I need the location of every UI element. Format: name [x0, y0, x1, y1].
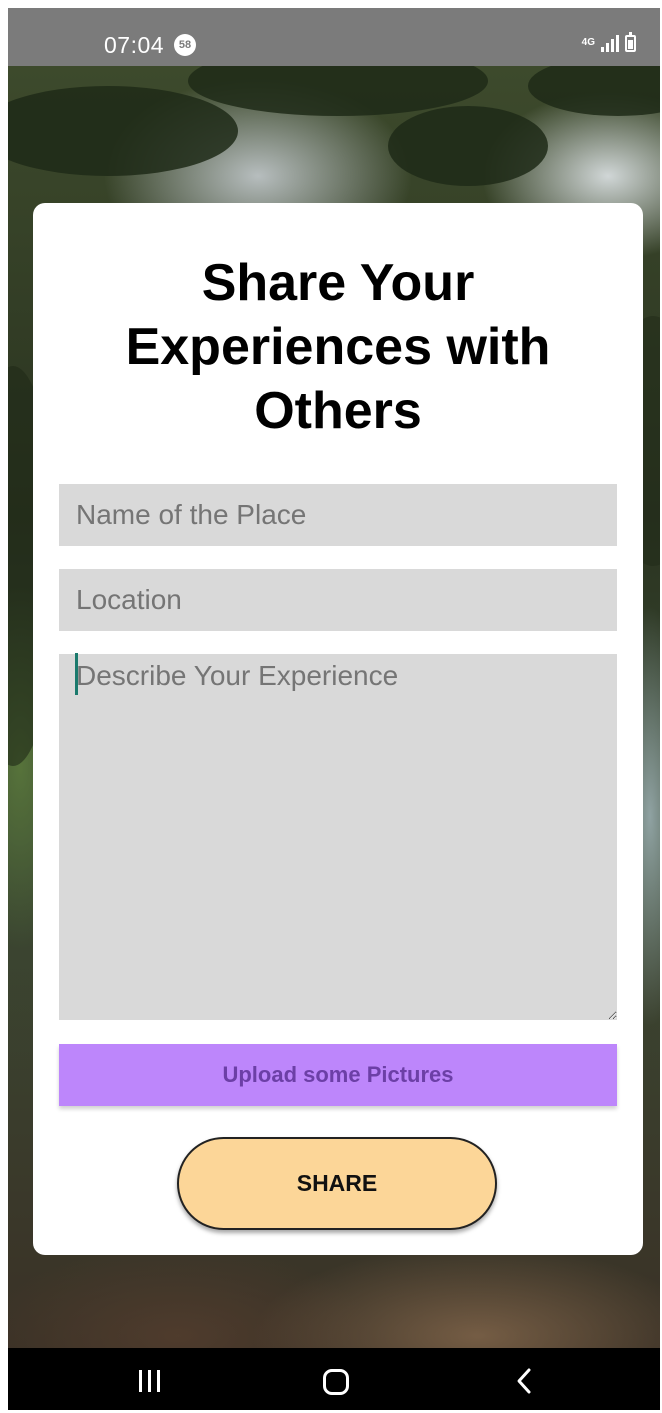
status-indicators: 4G: [582, 32, 636, 56]
foliage-shape: [528, 66, 660, 116]
experience-textarea[interactable]: [59, 654, 617, 1020]
status-time: 07:04: [104, 32, 165, 58]
share-form-card: Share Your Experiences with Others Uploa…: [33, 203, 643, 1255]
back-icon[interactable]: [514, 1367, 534, 1395]
upload-pictures-button[interactable]: Upload some Pictures: [59, 1044, 617, 1106]
recents-icon[interactable]: [139, 1370, 160, 1392]
notification-badge: 58: [174, 34, 196, 56]
network-type-label: 4G: [581, 37, 595, 48]
text-cursor: [75, 653, 78, 695]
battery-charging-icon: [625, 32, 636, 52]
navigation-bar: [8, 1348, 660, 1410]
place-name-input[interactable]: [59, 484, 617, 546]
foliage-shape: [8, 86, 238, 176]
signal-icon: [601, 34, 619, 52]
share-button[interactable]: SHARE: [177, 1137, 497, 1230]
home-icon[interactable]: [323, 1369, 349, 1395]
foliage-shape: [388, 106, 548, 186]
status-bar: 07:04 58 4G: [8, 8, 660, 66]
phone-screen: 07:04 58 4G Share Your Experiences with …: [8, 8, 660, 1410]
page-title: Share Your Experiences with Others: [125, 254, 551, 440]
location-input[interactable]: [59, 569, 617, 631]
